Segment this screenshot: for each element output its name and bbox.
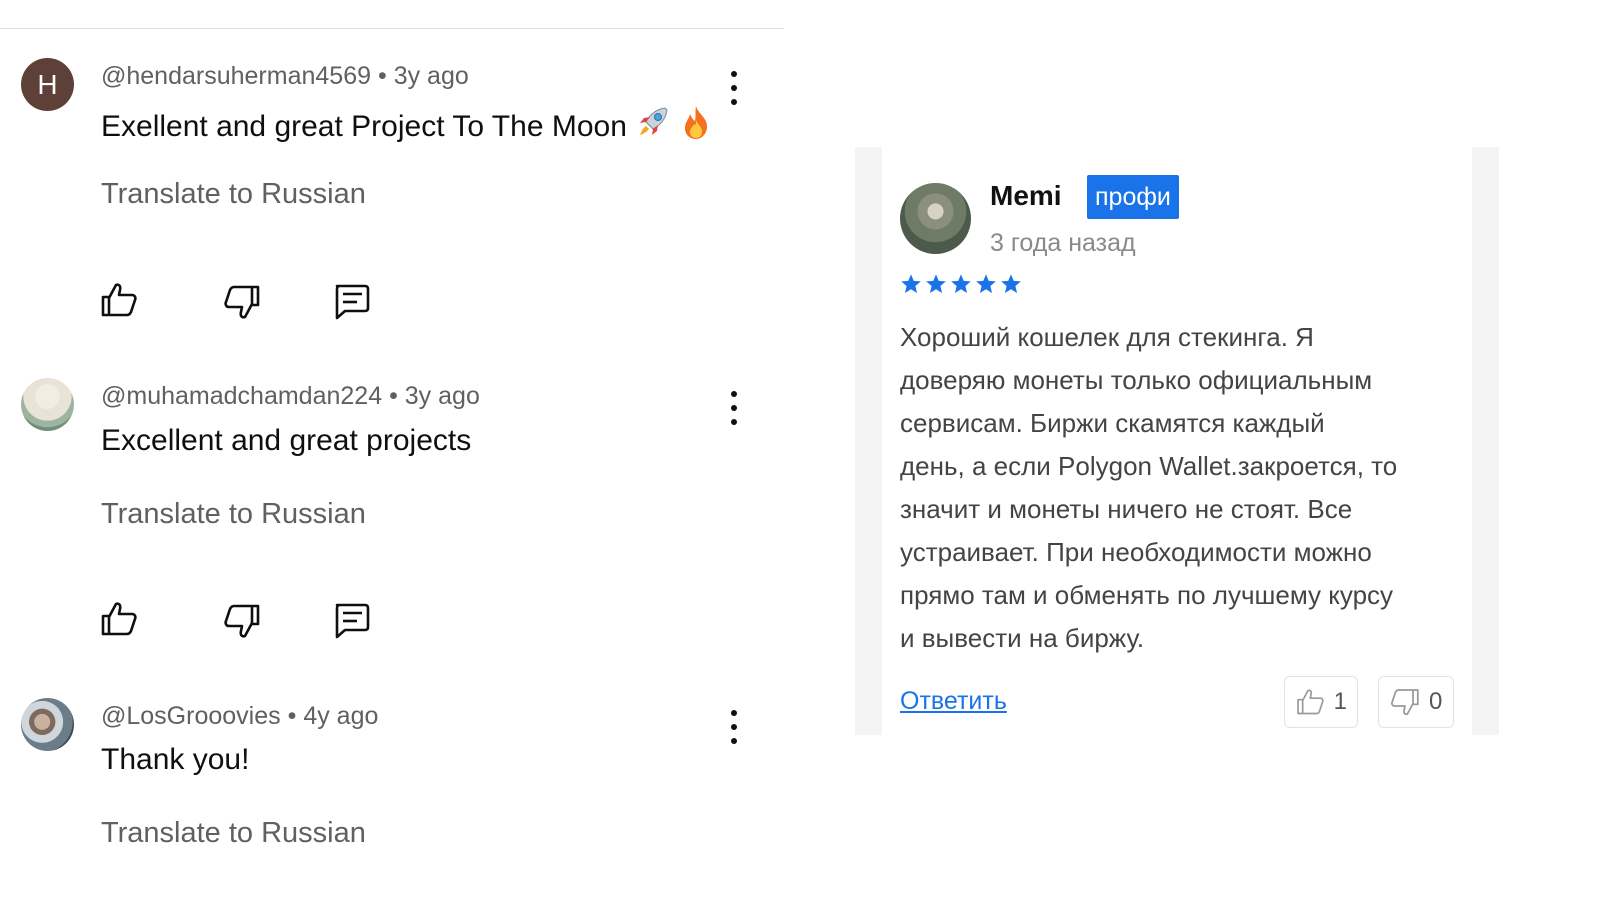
review-line: значит и монеты ничего не стоят. Все <box>900 494 1353 524</box>
like-button[interactable]: 1 <box>1284 676 1358 728</box>
thumbs-down-icon[interactable] <box>222 282 262 322</box>
thumbs-up-icon[interactable] <box>99 280 139 320</box>
comment-body: Thank you! <box>101 743 250 776</box>
like-count: 1 <box>1333 688 1347 715</box>
more-options-icon[interactable] <box>724 71 744 105</box>
translate-link[interactable]: Translate to Russian <box>101 817 366 850</box>
comment-meta: @LosGrooovies • 4y ago <box>101 702 378 731</box>
comment-age[interactable]: 3y ago <box>405 382 480 410</box>
review-line: Хороший кошелек для стекинга. Я <box>900 322 1314 352</box>
more-options-icon[interactable] <box>724 391 744 425</box>
rating-stars <box>900 273 1022 295</box>
reviewer-name[interactable]: Memi <box>990 180 1062 212</box>
star-icon <box>1001 274 1021 293</box>
reply-comment-icon[interactable] <box>331 281 371 321</box>
comment-text: Thank you! <box>101 743 249 777</box>
comment-age[interactable]: 3y ago <box>394 62 469 90</box>
comment-body: Excellent and great projects <box>101 424 472 457</box>
review-date: 3 года назад <box>990 229 1136 257</box>
avatar[interactable] <box>21 378 74 431</box>
comment-text: Exellent and great Project To The Moon <box>101 104 712 144</box>
translate-link[interactable]: Translate to Russian <box>101 498 366 531</box>
thumbs-down-icon[interactable] <box>222 601 262 641</box>
comment-body: Exellent and great Project To The Moon <box>101 110 627 143</box>
review-line: устраивает. При необходимости можно <box>900 537 1372 567</box>
dislike-button[interactable]: 0 <box>1378 676 1454 728</box>
comment-meta: @hendarsuherman4569 • 3y ago <box>101 62 469 91</box>
meta-separator: • <box>377 62 387 90</box>
reply-comment-icon[interactable] <box>331 600 371 640</box>
thumbs-down-icon <box>1391 689 1419 716</box>
fire-icon <box>684 106 707 139</box>
comment-author[interactable]: @hendarsuherman4569 <box>101 62 371 90</box>
comment-author[interactable]: @LosGrooovies <box>101 702 281 730</box>
more-options-icon[interactable] <box>724 710 744 744</box>
review-line: сервисам. Биржи скамятся каждый <box>900 408 1325 438</box>
comment-age[interactable]: 4y ago <box>303 702 378 730</box>
meta-separator: • <box>287 702 297 730</box>
review-text: Хороший кошелек для стекинга. Я доверяю … <box>900 316 1460 660</box>
translate-link[interactable]: Translate to Russian <box>101 178 366 211</box>
star-icon <box>951 274 971 293</box>
comment-author[interactable]: @muhamadchamdan224 <box>101 382 382 410</box>
top-divider <box>0 28 784 29</box>
meta-separator: • <box>389 382 398 410</box>
comment-meta: @muhamadchamdan224 • 3y ago <box>101 382 480 411</box>
star-icon <box>901 274 921 293</box>
avatar[interactable] <box>21 698 74 751</box>
pro-badge: профи <box>1087 175 1179 219</box>
rocket-icon <box>640 107 668 135</box>
thumbs-up-icon <box>1297 689 1324 715</box>
star-icon <box>926 274 946 293</box>
review-line: и вывести на биржу. <box>900 623 1145 653</box>
thumbs-up-icon[interactable] <box>99 599 139 639</box>
avatar[interactable]: H <box>21 58 74 111</box>
star-icon <box>976 274 996 293</box>
review-line: прямо там и обменять по лучшему курсу <box>900 580 1394 610</box>
review-line: день, а если Polygon Wallet.закроется, т… <box>900 451 1398 481</box>
reply-link[interactable]: Ответить <box>900 687 1007 716</box>
reviewer-avatar[interactable] <box>900 183 971 254</box>
comment-text: Excellent and great projects <box>101 424 471 458</box>
review-line: доверяю монеты только официальным <box>900 365 1373 395</box>
dislike-count: 0 <box>1429 688 1443 715</box>
